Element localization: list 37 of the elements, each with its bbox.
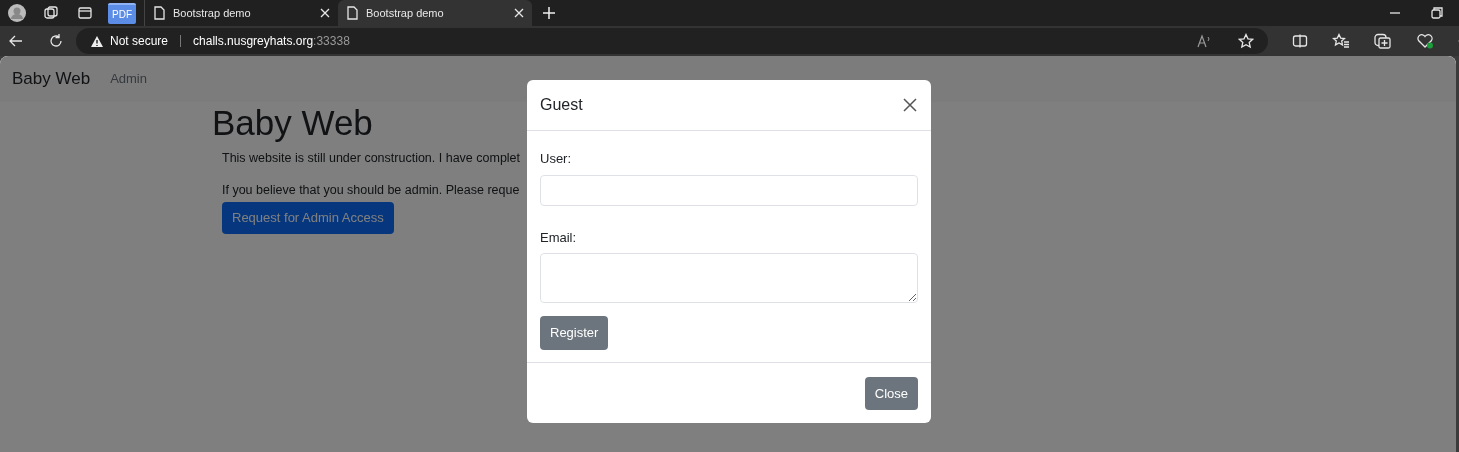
close-icon[interactable]: [320, 8, 330, 18]
close-button[interactable]: [901, 96, 919, 114]
heart-icon[interactable]: [1416, 33, 1434, 49]
favorites-icon[interactable]: [1332, 33, 1350, 49]
profile-icon[interactable]: [7, 3, 27, 23]
page-heading: Baby Web: [212, 104, 373, 143]
url-text: challs.nusgreyhats.org:33338: [193, 33, 350, 50]
document-icon: [153, 6, 165, 20]
security-label: Not secure: [110, 33, 169, 50]
browser-tab[interactable]: Bootstrap demo: [338, 0, 532, 26]
nav-link[interactable]: Admin: [110, 69, 147, 89]
restore-icon[interactable]: [1431, 7, 1443, 19]
workspaces-icon[interactable]: [43, 5, 59, 21]
field-label: Email:: [540, 228, 578, 247]
split-screen-icon[interactable]: [1292, 33, 1308, 49]
tab-panel-icon[interactable]: [78, 6, 92, 20]
refresh-icon[interactable]: [48, 33, 64, 49]
close-icon: [903, 98, 917, 112]
pdf-badge[interactable]: PDF: [108, 2, 136, 24]
collections-icon[interactable]: [1374, 33, 1392, 49]
request-access-button[interactable]: Request for Admin Access: [222, 202, 394, 234]
input-field[interactable]: [540, 174, 918, 206]
close-icon[interactable]: [514, 8, 524, 18]
plus-icon[interactable]: [542, 6, 556, 20]
register-button[interactable]: Register: [540, 316, 609, 350]
close-button[interactable]: Close: [864, 376, 918, 410]
navbar-brand[interactable]: Baby Web: [12, 66, 91, 92]
warning-icon: [90, 34, 104, 48]
star-icon[interactable]: [1238, 33, 1254, 49]
paragraph: If you believe that you should be admin. Please reque: [222, 182, 520, 200]
field-label: User:: [540, 150, 573, 168]
read-aloud-icon[interactable]: [1196, 34, 1212, 48]
modal-title: Guest: [540, 95, 583, 115]
back-icon[interactable]: [8, 33, 24, 49]
paragraph: This website is still under construction. I have complet: [222, 149, 521, 167]
address-bar[interactable]: Not secure challs.nusgreyhats.org:33338: [76, 28, 1268, 54]
document-icon: [346, 6, 358, 20]
